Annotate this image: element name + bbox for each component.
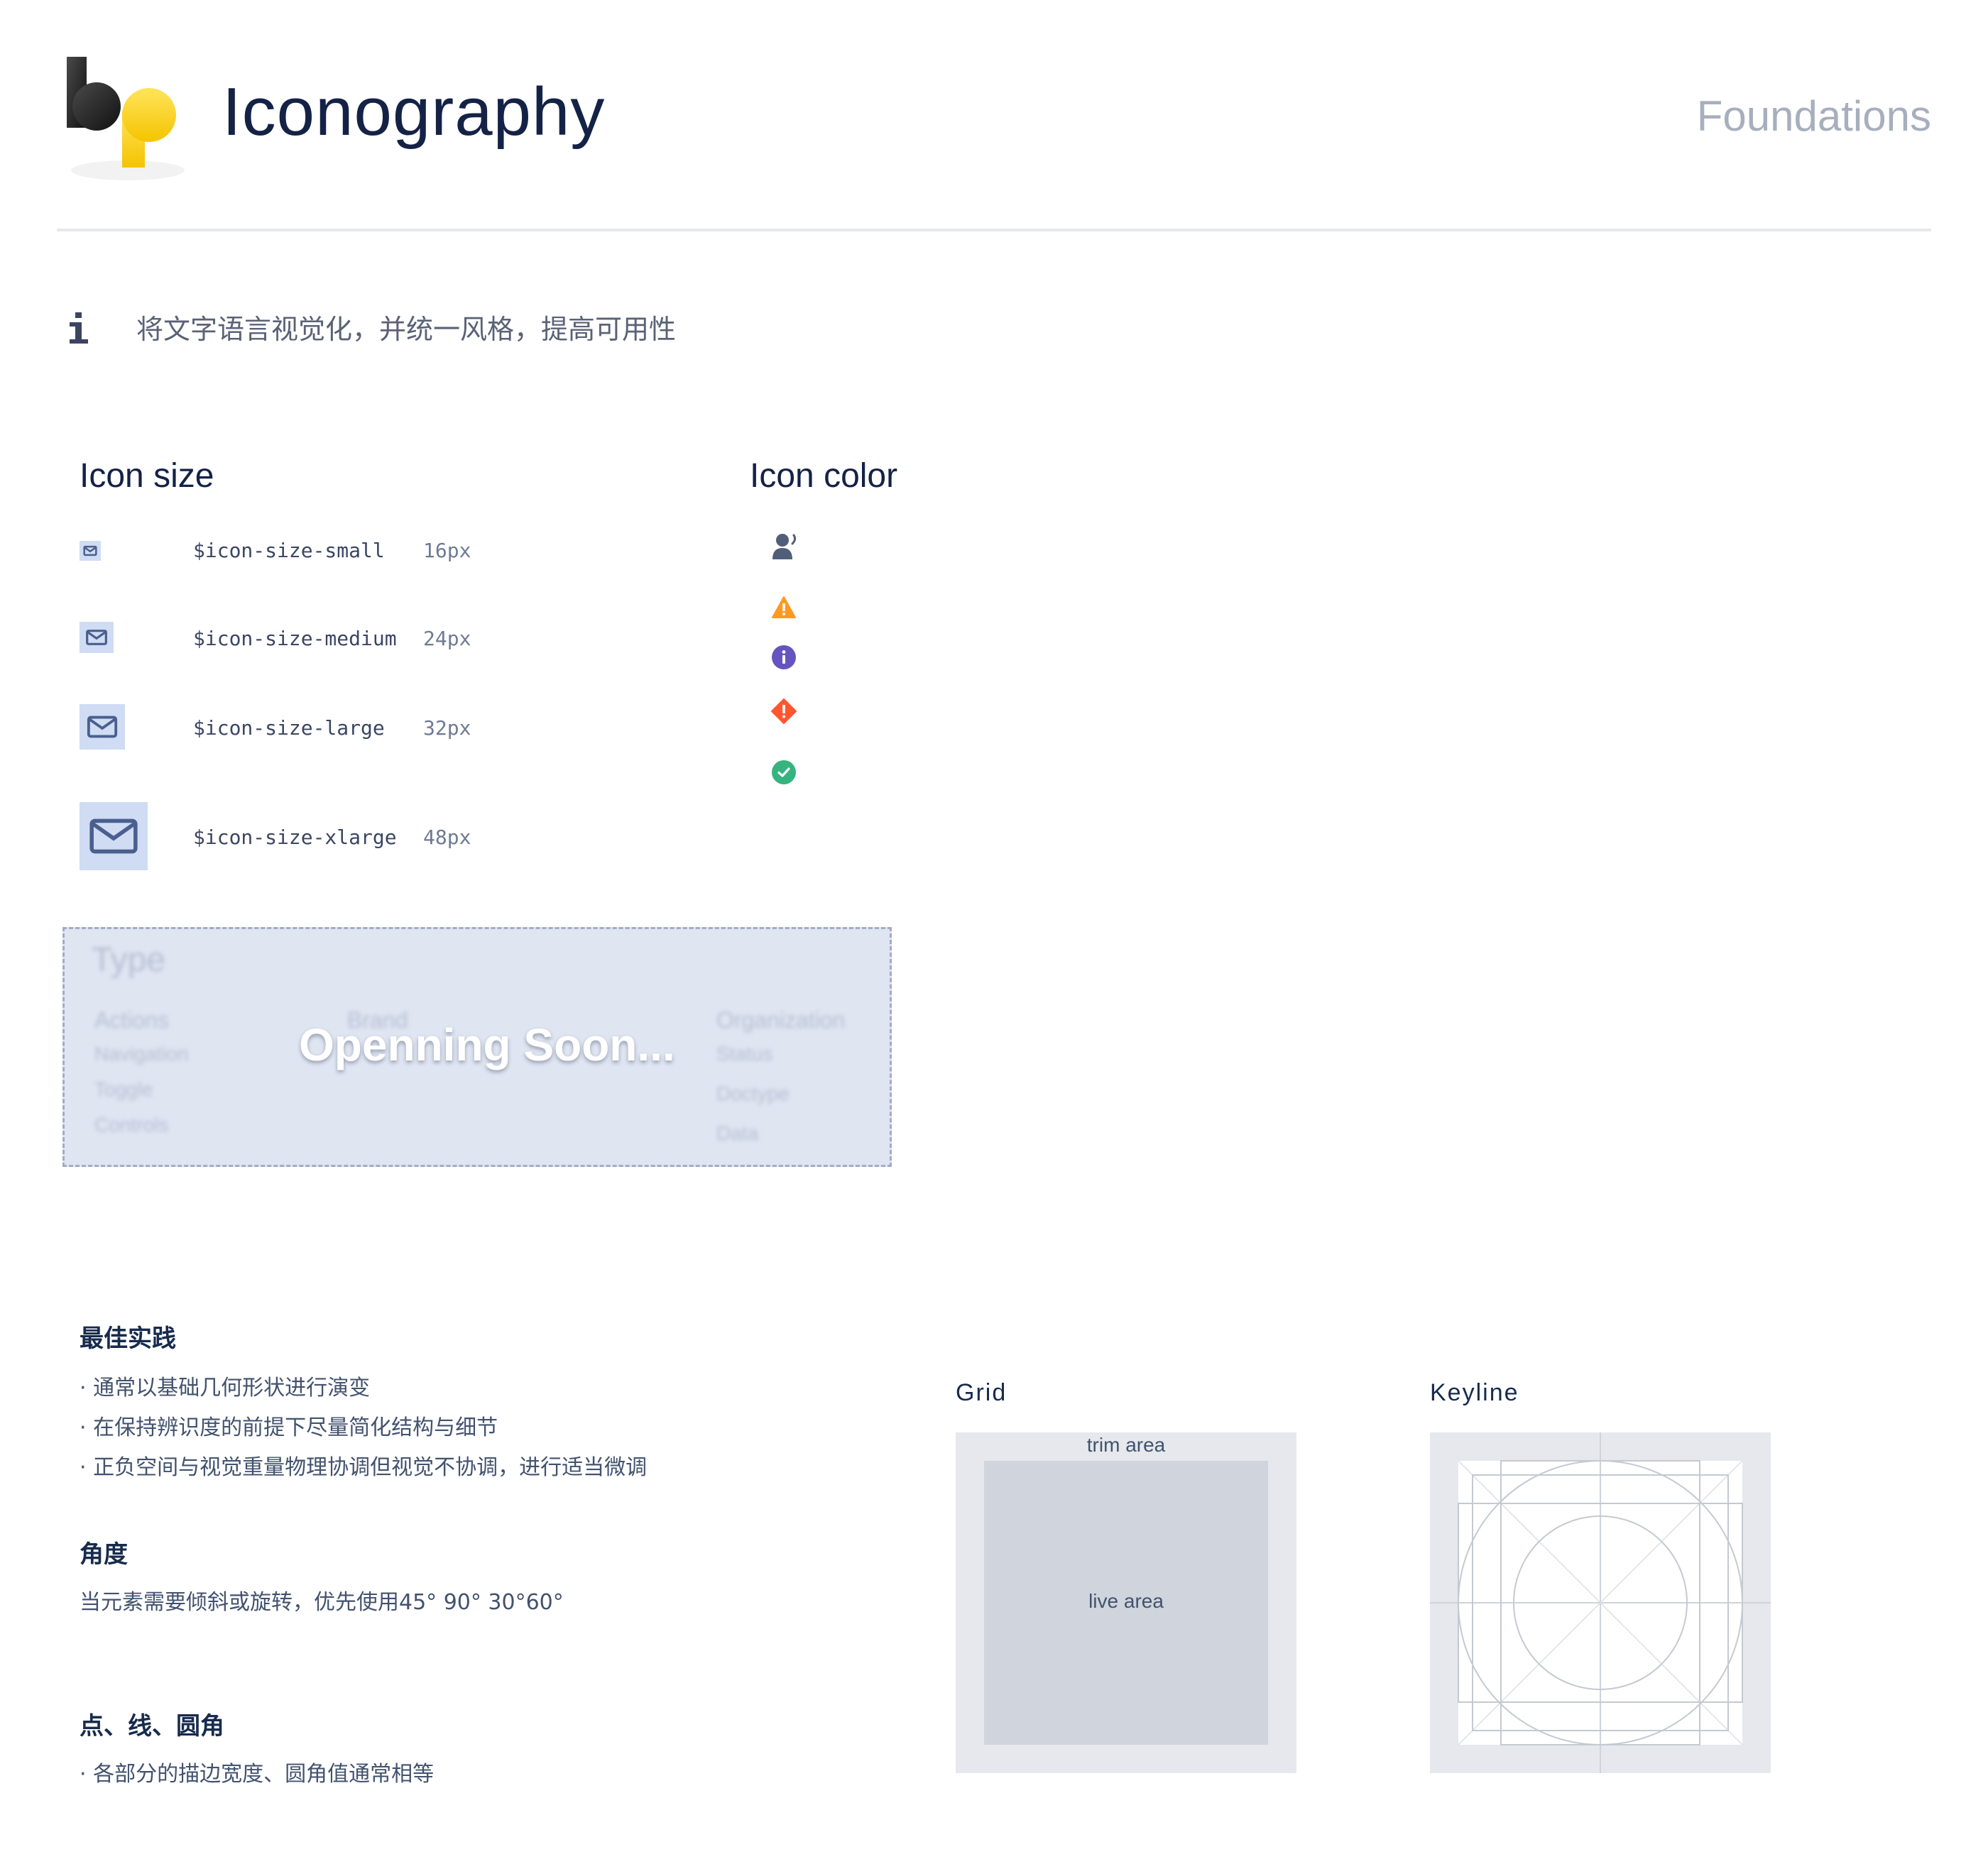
icon-size-heading: Icon size xyxy=(80,457,214,495)
category-item: Actions xyxy=(94,1007,169,1033)
category-item: Navigation xyxy=(94,1043,189,1065)
icon-size-value: 48px xyxy=(423,826,471,849)
trim-area-label: trim area xyxy=(1086,1434,1166,1456)
person-icon xyxy=(771,531,799,562)
best-practice-item: · 通常以基础几何形状进行演变 xyxy=(80,1376,371,1400)
category-item: Toggle xyxy=(94,1078,153,1100)
category-item: Status xyxy=(716,1043,773,1065)
coming-soon-label: Openning Soon... xyxy=(299,1019,675,1070)
info-icon xyxy=(68,311,89,346)
icon-color-heading: Icon color xyxy=(750,457,898,495)
grid-heading: Grid xyxy=(956,1379,1007,1406)
envelope-icon xyxy=(80,704,125,750)
category-item: Doctype xyxy=(716,1082,790,1104)
info-circle-icon xyxy=(771,645,797,670)
envelope-icon xyxy=(80,622,114,653)
intro-text: 将文字语言视觉化，并统一风格，提高可用性 xyxy=(136,314,677,345)
category-item: Controls xyxy=(94,1114,169,1136)
icon-size-value: 32px xyxy=(423,716,471,740)
best-practice-heading: 最佳实践 xyxy=(80,1325,176,1353)
header-divider xyxy=(57,229,1931,231)
point-line-heading: 点、线、圆角 xyxy=(80,1712,224,1740)
warning-icon xyxy=(771,595,797,620)
icon-size-token: $icon-size-small xyxy=(193,539,385,562)
angle-heading: 角度 xyxy=(80,1540,128,1569)
success-icon xyxy=(771,760,797,785)
error-icon xyxy=(771,698,797,724)
envelope-icon xyxy=(80,541,101,561)
keyline-diagram xyxy=(1430,1432,1771,1773)
envelope-icon xyxy=(80,802,148,870)
type-heading: Type xyxy=(92,941,166,979)
keyline-heading: Keyline xyxy=(1430,1379,1519,1406)
best-practice-item: · 正负空间与视觉重量物理协调但视觉不协调，进行适当微调 xyxy=(80,1455,648,1480)
category-item: Organization xyxy=(716,1007,846,1033)
icon-size-token: $icon-size-medium xyxy=(193,627,397,650)
icon-size-token: $icon-size-large xyxy=(193,716,385,740)
point-line-item: · 各部分的描边宽度、圆角值通常相等 xyxy=(80,1762,435,1787)
icon-size-value: 16px xyxy=(423,539,471,562)
coming-soon-panel: Type Actions Navigation Toggle Controls … xyxy=(62,927,892,1167)
angle-text: 当元素需要倾斜或旋转，优先使用45° 90° 30°60° xyxy=(80,1590,564,1615)
section-label: Foundations xyxy=(1696,92,1931,140)
icon-size-value: 24px xyxy=(423,627,471,650)
live-area: live area xyxy=(984,1461,1268,1745)
icon-size-token: $icon-size-xlarge xyxy=(193,826,397,849)
category-item: Data xyxy=(716,1122,759,1144)
live-area-label: live area xyxy=(1088,1590,1164,1612)
grid-diagram: trim area live area xyxy=(956,1432,1296,1773)
brand-logo xyxy=(57,50,199,192)
page-title: Iconography xyxy=(222,74,606,150)
best-practice-item: · 在保持辨识度的前提下尽量简化结构与细节 xyxy=(80,1415,498,1440)
